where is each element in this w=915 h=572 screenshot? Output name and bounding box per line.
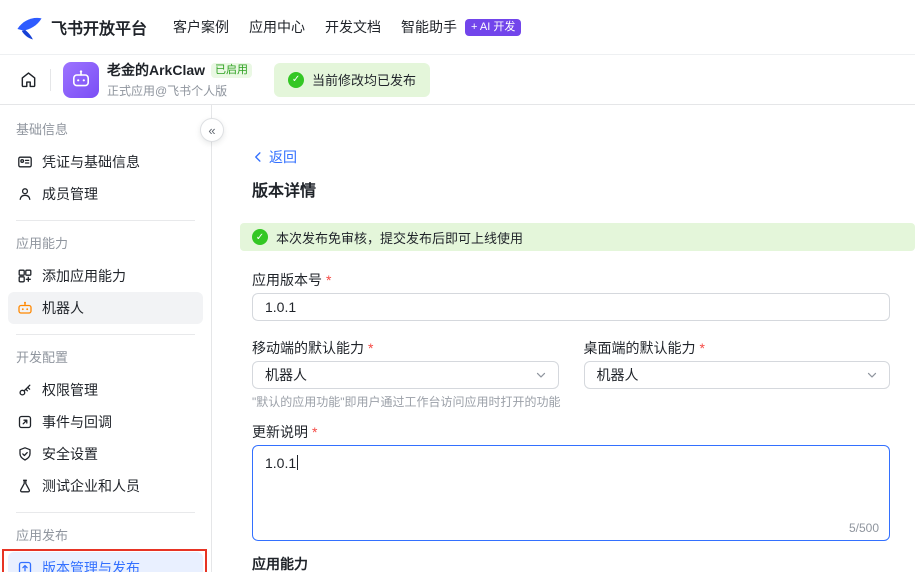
sidebar-item-events[interactable]: 事件与回调 [8, 406, 203, 438]
sidebar-item-label: 成员管理 [42, 184, 98, 204]
home-icon [19, 70, 38, 89]
sidebar-item-label: 安全设置 [42, 444, 98, 464]
sidebar-item-test-users[interactable]: 测试企业和人员 [8, 470, 203, 502]
enabled-badge: 已启用 [211, 63, 252, 78]
robot-avatar-icon [69, 68, 93, 92]
header-divider [50, 69, 51, 91]
sidebar-item-label: 添加应用能力 [42, 266, 126, 286]
section-title-capabilities: 应用能力 [252, 557, 890, 572]
sidebar-item-label: 权限管理 [42, 380, 98, 400]
chevron-down-icon [534, 368, 548, 382]
sidebar-section-release: 应用发布 [0, 513, 211, 552]
publish-status-text: 当前修改均已发布 [312, 70, 416, 89]
check-icon: ✓ [288, 72, 304, 88]
sidebar-item-bot[interactable]: 机器人 [8, 292, 203, 324]
required-asterisk: * [326, 273, 331, 288]
sidebar-item-label: 事件与回调 [42, 412, 112, 432]
sidebar-item-label: 机器人 [42, 298, 84, 318]
nav-item-dev-docs[interactable]: 开发文档 [325, 17, 381, 37]
version-input[interactable] [252, 293, 890, 321]
banner-text: 本次发布免审核，提交发布后即可上线使用 [276, 228, 523, 247]
success-banner: ✓ 本次发布免审核，提交发布后即可上线使用 [240, 223, 915, 251]
top-navbar: 飞书开放平台 客户案例 应用中心 开发文档 智能助手 + AI 开发 [0, 0, 915, 55]
collapse-sidebar-button[interactable]: « [200, 118, 224, 142]
version-label: 应用版本号* [252, 273, 890, 288]
brand-title: 飞书开放平台 [51, 15, 147, 39]
home-button[interactable] [14, 66, 42, 94]
main-content: 返回 版本详情 ✓ 本次发布免审核，提交发布后即可上线使用 应用版本号* 移动端… [212, 105, 915, 572]
sidebar-item-version-release[interactable]: 版本管理与发布 [8, 552, 203, 572]
sidebar-item-permissions[interactable]: 权限管理 [8, 374, 203, 406]
sidebar-item-members[interactable]: 成员管理 [8, 178, 203, 210]
ai-dev-badge[interactable]: + AI 开发 [465, 19, 521, 36]
text-caret [297, 455, 298, 470]
bot-icon [17, 300, 33, 316]
events-icon [17, 414, 33, 430]
nav-item-customer-cases[interactable]: 客户案例 [173, 17, 229, 37]
sidebar-section-basic-info: 基础信息 [0, 107, 211, 146]
sidebar-item-security[interactable]: 安全设置 [8, 438, 203, 470]
app-subtitle: 正式应用@飞书个人版 [107, 82, 252, 99]
feishu-logo-icon [16, 14, 43, 41]
back-link[interactable]: 返回 [252, 147, 297, 167]
permissions-icon [17, 382, 33, 398]
credentials-icon [17, 154, 33, 170]
sidebar-item-add-capability[interactable]: 添加应用能力 [8, 260, 203, 292]
chevron-down-icon [865, 368, 879, 382]
back-label: 返回 [269, 147, 297, 167]
nav-item-app-center[interactable]: 应用中心 [249, 17, 305, 37]
publish-status-badge: ✓ 当前修改均已发布 [274, 63, 430, 97]
mobile-capability-label: 移动端的默认能力* [252, 341, 559, 356]
sidebar-item-label: 测试企业和人员 [42, 476, 140, 496]
app-meta: 老金的ArkClaw 已启用 正式应用@飞书个人版 [107, 60, 252, 99]
collapse-icon: « [208, 123, 215, 138]
members-icon [17, 186, 33, 202]
body: 基础信息 凭证与基础信息 成员管理 应用能力 [0, 105, 915, 572]
nav-item-ai-assistant[interactable]: 智能助手 [401, 17, 457, 37]
app-header: 老金的ArkClaw 已启用 正式应用@飞书个人版 ✓ 当前修改均已发布 [0, 55, 915, 105]
mobile-capability-select[interactable]: 机器人 [252, 361, 559, 389]
banner-check-icon: ✓ [252, 229, 268, 245]
sidebar-item-label: 凭证与基础信息 [42, 152, 140, 172]
nav-items: 客户案例 应用中心 开发文档 智能助手 + AI 开发 [173, 17, 521, 37]
notes-text: 1.0.1 [265, 455, 296, 471]
desktop-capability-select[interactable]: 机器人 [584, 361, 891, 389]
app-avatar [63, 62, 99, 98]
sidebar-item-credentials[interactable]: 凭证与基础信息 [8, 146, 203, 178]
select-value: 机器人 [597, 365, 639, 385]
version-release-wrap: 版本管理与发布 [0, 552, 211, 572]
app-name: 老金的ArkClaw [107, 60, 205, 80]
desktop-capability-label: 桌面端的默认能力* [584, 341, 891, 356]
security-icon [17, 446, 33, 462]
update-notes-textarea[interactable]: 1.0.1 5/500 [252, 445, 890, 541]
select-value: 机器人 [265, 365, 307, 385]
required-asterisk: * [700, 341, 705, 356]
test-users-icon [17, 478, 33, 494]
version-release-icon [17, 560, 33, 572]
add-capability-icon [17, 268, 33, 284]
sidebar-section-capabilities: 应用能力 [0, 221, 211, 260]
notes-label: 更新说明* [252, 425, 890, 440]
brand[interactable]: 飞书开放平台 [16, 14, 147, 41]
sidebar-section-dev-config: 开发配置 [0, 335, 211, 374]
capability-hint: "默认的应用功能"即用户通过工作台访问应用时打开的功能 [252, 396, 890, 409]
default-capability-row: 移动端的默认能力* 机器人 桌面端的默认能力* 机器人 [252, 341, 890, 389]
required-asterisk: * [312, 425, 317, 440]
page-title: 版本详情 [252, 181, 890, 202]
sidebar: 基础信息 凭证与基础信息 成员管理 应用能力 [0, 105, 212, 572]
sidebar-item-label: 版本管理与发布 [42, 558, 140, 572]
char-counter: 5/500 [849, 521, 879, 535]
back-chevron-icon [252, 151, 264, 163]
required-asterisk: * [368, 341, 373, 356]
